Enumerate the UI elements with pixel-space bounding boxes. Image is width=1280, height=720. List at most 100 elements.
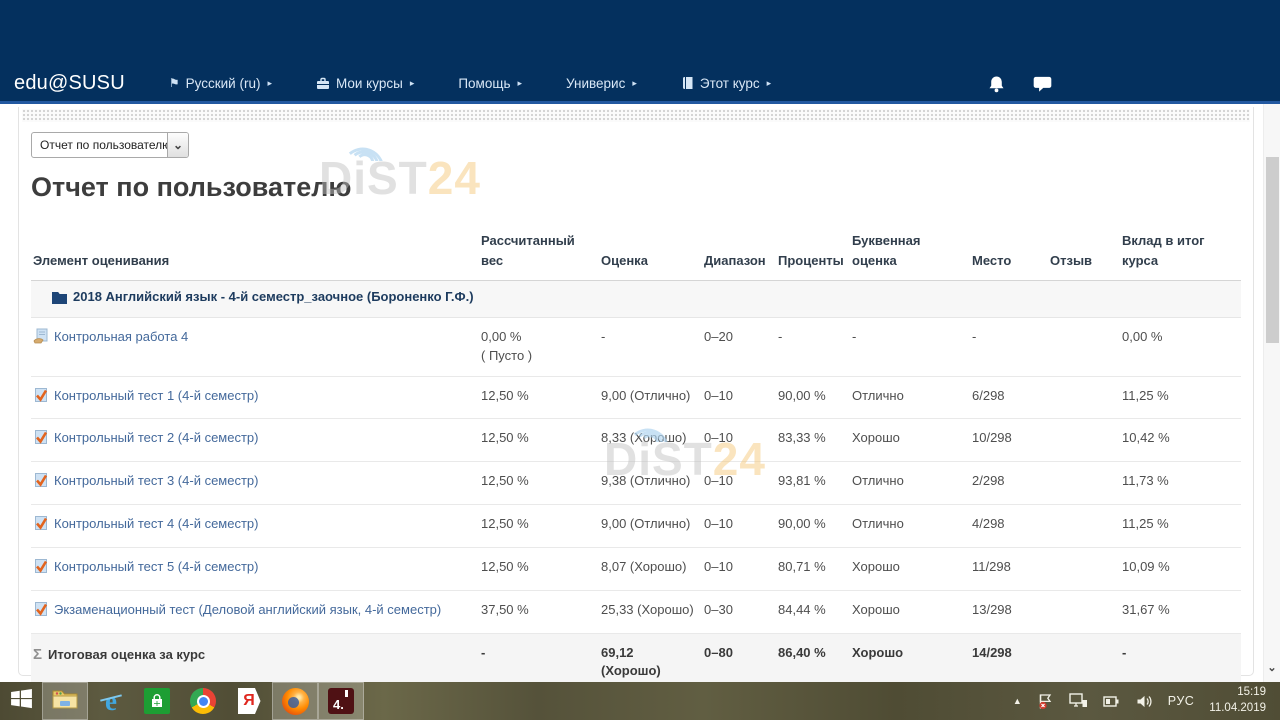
cell-grade: - <box>601 328 696 347</box>
table-row: Контрольный тест 3 (4-й семестр) 12,50 %… <box>31 462 1241 505</box>
cell-grade: 9,00 (Отлично) <box>601 515 696 534</box>
activity-link[interactable]: Контрольный тест 2 (4-й семестр) <box>54 430 258 445</box>
language-indicator[interactable]: РУС <box>1168 694 1195 708</box>
cell-percent: 83,33 % <box>776 419 850 462</box>
grade-table-body: Контрольная работа 4 0,00 %( Пусто ) - 0… <box>31 317 1241 633</box>
site-header: edu@SUSU ⚑ Русский (ru) ▸ Мои курсы ▸ По… <box>0 0 1280 104</box>
cell-rank: 11/298 <box>970 547 1048 590</box>
folder-icon <box>51 290 69 310</box>
volume-icon[interactable] <box>1136 694 1153 709</box>
activity-link[interactable]: Экзаменационный тест (Деловой английский… <box>54 602 441 617</box>
cell-rank: 6/298 <box>970 376 1048 419</box>
action-center-flag-icon[interactable] <box>1037 693 1054 710</box>
caret-right-icon: ▸ <box>410 78 415 89</box>
cell-grade: 8,33 (Хорошо) <box>601 429 696 448</box>
cell-weight: 12,50 % <box>481 515 593 534</box>
firefox-icon <box>282 688 309 715</box>
cell-feedback <box>1048 376 1120 419</box>
scroll-down-arrow[interactable]: ⌄ <box>1264 663 1280 674</box>
col-header-percent: Проценты <box>776 227 850 281</box>
col-header-contribution: Вклад в итог курса <box>1120 227 1241 281</box>
file-explorer-button[interactable] <box>42 682 88 720</box>
cell-weight: 12,50 % <box>481 429 593 448</box>
col-header-rank: Место <box>970 227 1048 281</box>
yandex-icon: Я <box>238 688 261 714</box>
main-navbar: edu@SUSU ⚑ Русский (ru) ▸ Мои курсы ▸ По… <box>0 65 1280 101</box>
sigma-icon: Σ <box>33 646 42 663</box>
cell-contribution: 10,09 % <box>1120 547 1241 590</box>
cell-rank: 10/298 <box>970 419 1048 462</box>
messages-chat-icon[interactable] <box>1033 75 1052 93</box>
cell-letter: Отлично <box>850 505 970 548</box>
cell-feedback <box>1048 462 1120 505</box>
nav-item-language[interactable]: ⚑ Русский (ru) ▸ <box>169 76 272 91</box>
start-button[interactable] <box>0 682 42 720</box>
taskbar-clock[interactable]: 15:19 11.04.2019 <box>1209 685 1270 716</box>
cell-feedback <box>1048 590 1120 633</box>
caret-right-icon: ▸ <box>267 78 272 89</box>
battery-icon[interactable] <box>1103 694 1121 709</box>
nav-item-my-courses[interactable]: Мои курсы ▸ <box>316 76 414 91</box>
app-4game-button[interactable]: 4. <box>318 682 364 720</box>
store-bag-icon <box>144 688 170 714</box>
report-type-select[interactable]: Отчет по пользователю ⌄ <box>31 132 189 158</box>
nav-item-this-course[interactable]: Этот курс ▸ <box>681 76 771 91</box>
cell-range: 0–10 <box>702 462 776 505</box>
flag-icon: ⚑ <box>169 77 180 89</box>
network-icon[interactable] <box>1069 693 1088 709</box>
firefox-button[interactable] <box>272 682 318 720</box>
content-card: Отчет по пользователю ⌄ Отчет по пользов… <box>18 107 1254 676</box>
nav-item-univeris[interactable]: Универис ▸ <box>566 76 637 91</box>
total-label: Итоговая оценка за курс <box>48 647 205 662</box>
activity-link[interactable]: Контрольный тест 1 (4-й семестр) <box>54 388 258 403</box>
internet-explorer-button[interactable]: e <box>88 682 134 720</box>
cell-contribution: 31,67 % <box>1120 590 1241 633</box>
navbar-menu: ⚑ Русский (ru) ▸ Мои курсы ▸ Помощь ▸ <box>169 76 771 91</box>
scrollbar-thumb[interactable] <box>1266 157 1279 343</box>
cell-percent: 90,00 % <box>776 505 850 548</box>
cell-weight: 12,50 % <box>481 387 593 406</box>
total-contribution: - <box>1120 633 1241 682</box>
cell-rank: 13/298 <box>970 590 1048 633</box>
nav-item-help[interactable]: Помощь ▸ <box>458 76 522 91</box>
col-header-item: Элемент оценивания <box>31 227 479 281</box>
notifications-bell-icon[interactable] <box>988 75 1005 93</box>
yandex-browser-button[interactable]: Я <box>226 682 272 720</box>
cell-grade: 8,07 (Хорошо) <box>601 558 696 577</box>
nav-item-label: Этот курс <box>700 76 760 91</box>
cell-range: 0–10 <box>702 376 776 419</box>
nav-item-label: Универис <box>566 76 625 91</box>
cell-letter: - <box>850 317 970 376</box>
activity-link[interactable]: Контрольный тест 3 (4-й семестр) <box>54 473 258 488</box>
tray-expand-icon[interactable]: ▲ <box>1013 696 1022 706</box>
table-header-row: Элемент оценивания Рассчитанный вес Оцен… <box>31 227 1241 281</box>
category-row: 2018 Английский язык - 4-й семестр_заочн… <box>31 281 1241 318</box>
cell-grade: 25,33 (Хорошо) <box>601 601 696 620</box>
cell-range: 0–20 <box>702 317 776 376</box>
total-weight: - <box>479 633 599 682</box>
windows-store-button[interactable] <box>134 682 180 720</box>
site-logo[interactable]: edu@SUSU <box>14 72 125 95</box>
vertical-scrollbar[interactable]: ⌄ <box>1263 104 1280 682</box>
quiz-icon <box>33 429 50 451</box>
cell-grade: 9,38 (Отлично) <box>601 472 696 491</box>
briefcase-icon <box>316 77 330 90</box>
cell-feedback <box>1048 505 1120 548</box>
caret-right-icon: ▸ <box>767 78 772 89</box>
activity-link[interactable]: Контрольный тест 5 (4-й семестр) <box>54 559 258 574</box>
col-header-weight: Рассчитанный вес <box>479 227 599 281</box>
cell-percent: - <box>776 317 850 376</box>
cell-weight: 0,00 % <box>481 328 593 347</box>
activity-link[interactable]: Контрольный тест 4 (4-й семестр) <box>54 516 258 531</box>
system-tray: ▲ РУС 15:19 11.04.2019 <box>1013 685 1280 716</box>
col-header-range: Диапазон <box>702 227 776 281</box>
internet-explorer-icon: e <box>105 688 117 715</box>
clock-time: 15:19 <box>1237 686 1266 698</box>
table-row: Контрольный тест 4 (4-й семестр) 12,50 %… <box>31 505 1241 548</box>
activity-link[interactable]: Контрольная работа 4 <box>54 329 188 344</box>
chrome-button[interactable] <box>180 682 226 720</box>
chevron-down-icon: ⌄ <box>167 133 188 157</box>
quiz-icon <box>33 558 50 580</box>
table-row: Контрольный тест 2 (4-й семестр) 12,50 %… <box>31 419 1241 462</box>
table-row: Контрольный тест 1 (4-й семестр) 12,50 %… <box>31 376 1241 419</box>
